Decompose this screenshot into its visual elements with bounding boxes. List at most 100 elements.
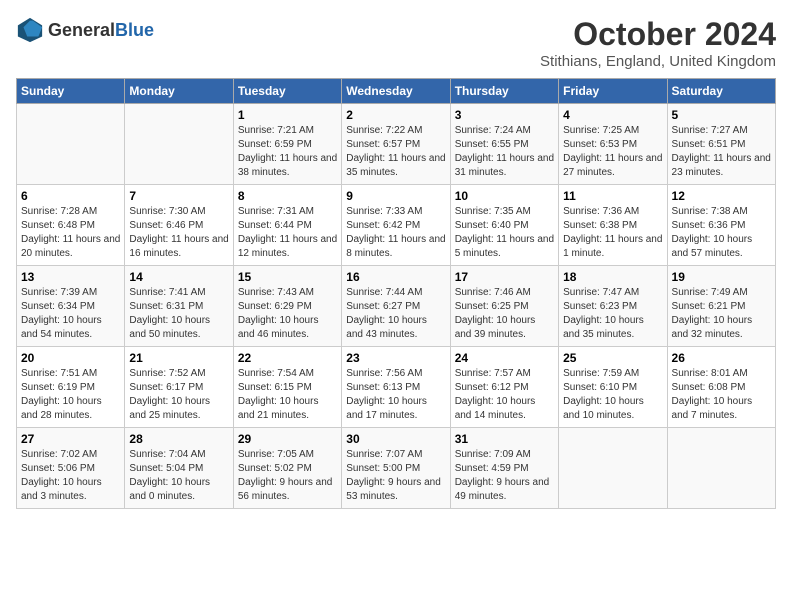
day-number: 19 <box>672 270 771 284</box>
page-header: GeneralBlue October 2024 Stithians, Engl… <box>16 16 776 70</box>
day-details: Sunrise: 7:02 AMSunset: 5:06 PMDaylight:… <box>21 448 120 504</box>
calendar-cell: 1 Sunrise: 7:21 AMSunset: 6:59 PMDayligh… <box>233 104 341 185</box>
calendar-cell: 17 Sunrise: 7:46 AMSunset: 6:25 PMDaylig… <box>450 266 558 347</box>
day-details: Sunrise: 7:22 AMSunset: 6:57 PMDaylight:… <box>346 124 445 180</box>
calendar-week-row: 1 Sunrise: 7:21 AMSunset: 6:59 PMDayligh… <box>17 104 776 185</box>
day-number: 24 <box>455 351 554 365</box>
day-number: 31 <box>455 432 554 446</box>
day-details: Sunrise: 7:59 AMSunset: 6:10 PMDaylight:… <box>563 367 662 423</box>
day-details: Sunrise: 7:33 AMSunset: 6:42 PMDaylight:… <box>346 205 445 261</box>
day-number: 30 <box>346 432 445 446</box>
day-header-sunday: Sunday <box>17 79 125 104</box>
day-number: 25 <box>563 351 662 365</box>
day-details: Sunrise: 7:54 AMSunset: 6:15 PMDaylight:… <box>238 367 337 423</box>
day-header-monday: Monday <box>125 79 233 104</box>
day-details: Sunrise: 7:07 AMSunset: 5:00 PMDaylight:… <box>346 448 445 504</box>
day-header-wednesday: Wednesday <box>342 79 450 104</box>
day-details: Sunrise: 7:21 AMSunset: 6:59 PMDaylight:… <box>238 124 337 180</box>
day-details: Sunrise: 7:25 AMSunset: 6:53 PMDaylight:… <box>563 124 662 180</box>
calendar-cell: 23 Sunrise: 7:56 AMSunset: 6:13 PMDaylig… <box>342 347 450 428</box>
calendar-week-row: 13 Sunrise: 7:39 AMSunset: 6:34 PMDaylig… <box>17 266 776 347</box>
day-details: Sunrise: 7:46 AMSunset: 6:25 PMDaylight:… <box>455 286 554 342</box>
day-details: Sunrise: 7:30 AMSunset: 6:46 PMDaylight:… <box>129 205 228 261</box>
day-number: 15 <box>238 270 337 284</box>
day-number: 6 <box>21 189 120 203</box>
logo-blue: Blue <box>115 20 154 40</box>
calendar-cell: 22 Sunrise: 7:54 AMSunset: 6:15 PMDaylig… <box>233 347 341 428</box>
calendar-cell: 7 Sunrise: 7:30 AMSunset: 6:46 PMDayligh… <box>125 185 233 266</box>
calendar-week-row: 27 Sunrise: 7:02 AMSunset: 5:06 PMDaylig… <box>17 428 776 509</box>
calendar-cell: 28 Sunrise: 7:04 AMSunset: 5:04 PMDaylig… <box>125 428 233 509</box>
logo-icon <box>16 16 44 44</box>
calendar-cell: 24 Sunrise: 7:57 AMSunset: 6:12 PMDaylig… <box>450 347 558 428</box>
day-details: Sunrise: 7:04 AMSunset: 5:04 PMDaylight:… <box>129 448 228 504</box>
calendar-cell: 5 Sunrise: 7:27 AMSunset: 6:51 PMDayligh… <box>667 104 775 185</box>
day-number: 16 <box>346 270 445 284</box>
day-details: Sunrise: 7:57 AMSunset: 6:12 PMDaylight:… <box>455 367 554 423</box>
calendar-cell: 27 Sunrise: 7:02 AMSunset: 5:06 PMDaylig… <box>17 428 125 509</box>
day-details: Sunrise: 7:56 AMSunset: 6:13 PMDaylight:… <box>346 367 445 423</box>
calendar-cell: 4 Sunrise: 7:25 AMSunset: 6:53 PMDayligh… <box>559 104 667 185</box>
day-details: Sunrise: 7:49 AMSunset: 6:21 PMDaylight:… <box>672 286 771 342</box>
calendar-cell <box>559 428 667 509</box>
calendar-body: 1 Sunrise: 7:21 AMSunset: 6:59 PMDayligh… <box>17 104 776 509</box>
day-number: 11 <box>563 189 662 203</box>
day-number: 2 <box>346 108 445 122</box>
calendar-cell: 6 Sunrise: 7:28 AMSunset: 6:48 PMDayligh… <box>17 185 125 266</box>
day-number: 27 <box>21 432 120 446</box>
day-number: 5 <box>672 108 771 122</box>
day-header-friday: Friday <box>559 79 667 104</box>
day-details: Sunrise: 7:52 AMSunset: 6:17 PMDaylight:… <box>129 367 228 423</box>
day-number: 17 <box>455 270 554 284</box>
day-number: 8 <box>238 189 337 203</box>
day-number: 13 <box>21 270 120 284</box>
day-number: 26 <box>672 351 771 365</box>
calendar-cell: 11 Sunrise: 7:36 AMSunset: 6:38 PMDaylig… <box>559 185 667 266</box>
day-number: 14 <box>129 270 228 284</box>
day-number: 3 <box>455 108 554 122</box>
day-details: Sunrise: 7:28 AMSunset: 6:48 PMDaylight:… <box>21 205 120 261</box>
day-number: 21 <box>129 351 228 365</box>
calendar-cell: 2 Sunrise: 7:22 AMSunset: 6:57 PMDayligh… <box>342 104 450 185</box>
calendar-cell: 16 Sunrise: 7:44 AMSunset: 6:27 PMDaylig… <box>342 266 450 347</box>
day-details: Sunrise: 7:47 AMSunset: 6:23 PMDaylight:… <box>563 286 662 342</box>
day-details: Sunrise: 7:51 AMSunset: 6:19 PMDaylight:… <box>21 367 120 423</box>
calendar-week-row: 6 Sunrise: 7:28 AMSunset: 6:48 PMDayligh… <box>17 185 776 266</box>
month-title: October 2024 <box>540 16 776 53</box>
day-number: 28 <box>129 432 228 446</box>
day-details: Sunrise: 7:35 AMSunset: 6:40 PMDaylight:… <box>455 205 554 261</box>
day-header-tuesday: Tuesday <box>233 79 341 104</box>
day-number: 22 <box>238 351 337 365</box>
day-number: 18 <box>563 270 662 284</box>
day-details: Sunrise: 7:36 AMSunset: 6:38 PMDaylight:… <box>563 205 662 261</box>
day-number: 7 <box>129 189 228 203</box>
day-number: 20 <box>21 351 120 365</box>
calendar-cell: 21 Sunrise: 7:52 AMSunset: 6:17 PMDaylig… <box>125 347 233 428</box>
logo-general: General <box>48 20 115 40</box>
calendar-cell: 25 Sunrise: 7:59 AMSunset: 6:10 PMDaylig… <box>559 347 667 428</box>
day-details: Sunrise: 7:44 AMSunset: 6:27 PMDaylight:… <box>346 286 445 342</box>
day-number: 23 <box>346 351 445 365</box>
logo: GeneralBlue <box>16 16 154 44</box>
day-number: 4 <box>563 108 662 122</box>
day-details: Sunrise: 7:31 AMSunset: 6:44 PMDaylight:… <box>238 205 337 261</box>
day-number: 29 <box>238 432 337 446</box>
day-number: 1 <box>238 108 337 122</box>
day-details: Sunrise: 7:05 AMSunset: 5:02 PMDaylight:… <box>238 448 337 504</box>
calendar-cell <box>667 428 775 509</box>
calendar-cell: 29 Sunrise: 7:05 AMSunset: 5:02 PMDaylig… <box>233 428 341 509</box>
calendar-header-row: SundayMondayTuesdayWednesdayThursdayFrid… <box>17 79 776 104</box>
calendar-cell: 9 Sunrise: 7:33 AMSunset: 6:42 PMDayligh… <box>342 185 450 266</box>
calendar-week-row: 20 Sunrise: 7:51 AMSunset: 6:19 PMDaylig… <box>17 347 776 428</box>
day-number: 12 <box>672 189 771 203</box>
calendar-cell: 26 Sunrise: 8:01 AMSunset: 6:08 PMDaylig… <box>667 347 775 428</box>
logo-text: GeneralBlue <box>48 20 154 41</box>
day-details: Sunrise: 7:38 AMSunset: 6:36 PMDaylight:… <box>672 205 771 261</box>
calendar-cell: 30 Sunrise: 7:07 AMSunset: 5:00 PMDaylig… <box>342 428 450 509</box>
day-header-thursday: Thursday <box>450 79 558 104</box>
calendar-cell: 20 Sunrise: 7:51 AMSunset: 6:19 PMDaylig… <box>17 347 125 428</box>
title-block: October 2024 Stithians, England, United … <box>540 16 776 70</box>
day-details: Sunrise: 7:39 AMSunset: 6:34 PMDaylight:… <box>21 286 120 342</box>
calendar-table: SundayMondayTuesdayWednesdayThursdayFrid… <box>16 78 776 509</box>
day-details: Sunrise: 8:01 AMSunset: 6:08 PMDaylight:… <box>672 367 771 423</box>
